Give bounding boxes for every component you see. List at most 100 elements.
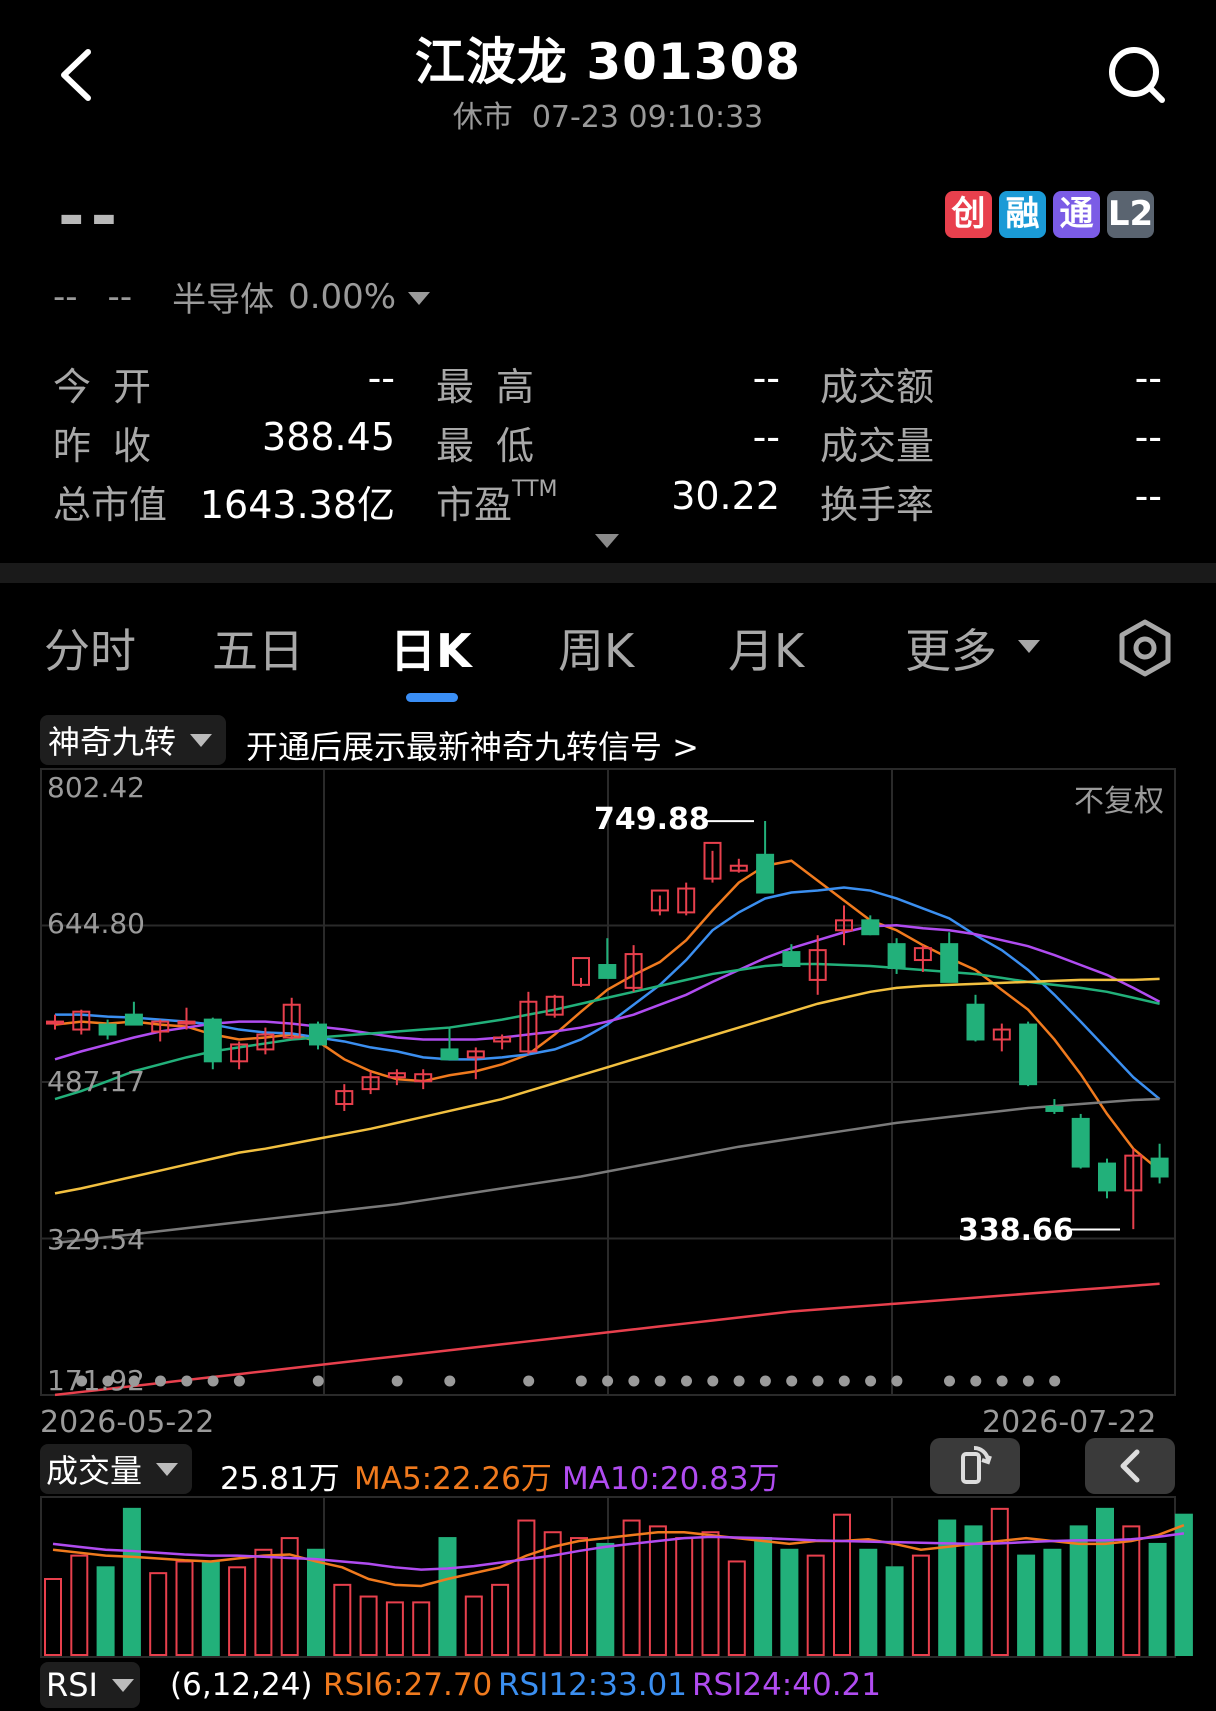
candle-body: [861, 919, 880, 936]
volume-selector[interactable]: 成交量: [40, 1444, 192, 1494]
high-value: --: [752, 356, 780, 400]
volume-ma5: MA5:22.26万: [354, 1461, 552, 1497]
volume-bar: [806, 1554, 825, 1656]
amount-value: --: [1134, 356, 1162, 400]
turnover-label: 换手率: [820, 483, 935, 527]
volume-bar: [1174, 1513, 1193, 1657]
sector-name[interactable]: 半导体: [172, 272, 274, 321]
candle-body: [756, 853, 775, 894]
signal-dot: [181, 1375, 193, 1387]
volume-bar: [228, 1566, 247, 1656]
change-row: -- -- 半导体 0.00%: [53, 272, 431, 321]
settings-icon[interactable]: [1115, 618, 1175, 678]
volume-bar: [149, 1572, 168, 1656]
rotate-screen-button[interactable]: [930, 1438, 1020, 1494]
candle-body: [1098, 1162, 1116, 1192]
volume-bar: [307, 1548, 325, 1656]
rsi-selector[interactable]: RSI: [40, 1662, 140, 1708]
expand-quote-icon[interactable]: [595, 534, 619, 548]
volume-bar: [543, 1531, 562, 1657]
volume-bar: [911, 1554, 930, 1656]
adjust-mode-label[interactable]: 不复权: [1074, 776, 1164, 820]
search-icon[interactable]: [1102, 40, 1172, 110]
candle-body: [203, 1018, 222, 1063]
chevron-left-icon: [1120, 1449, 1140, 1483]
candle-body: [1071, 1117, 1090, 1168]
mktcap-value: 1643.38亿: [199, 483, 395, 527]
volume-bar: [44, 1578, 62, 1656]
low-label: 最低: [436, 424, 557, 468]
volume-ma-lines: [52, 1524, 1185, 1588]
section-divider: [0, 563, 1216, 583]
candle-body: [440, 1048, 459, 1061]
rsi12-value: RSI12:33.01: [498, 1667, 687, 1703]
mktcap-label: 总市值: [53, 483, 168, 527]
candle-body: [124, 1013, 143, 1026]
prev-close-value: 388.45: [262, 415, 395, 459]
tab-five-day[interactable]: 五日: [212, 615, 304, 681]
volume-chart[interactable]: [0, 1495, 1216, 1660]
volume-bar: [596, 1542, 615, 1656]
candle-body: [940, 943, 959, 983]
pe-label: 市盈TTM: [436, 474, 558, 529]
volume-current: 25.81万: [220, 1461, 340, 1497]
quote-time: 07-23 09:10:33: [531, 100, 764, 135]
volume-bar: [1017, 1554, 1036, 1656]
price-axis-label-4: 329.54: [47, 1223, 145, 1256]
volume-bar: [385, 1601, 404, 1656]
volume-label: 成交量: [820, 424, 935, 468]
tab-weekly-k[interactable]: 周K: [558, 615, 634, 681]
signal-dot: [970, 1375, 982, 1387]
candle-body: [887, 943, 906, 969]
volume-bar: [175, 1560, 194, 1656]
volume-bar: [412, 1601, 431, 1656]
high-label: 最高: [436, 365, 557, 409]
candle-body: [782, 951, 801, 968]
rsi-params: (6,12,24): [170, 1667, 313, 1703]
badge-chuang[interactable]: 创: [945, 191, 992, 238]
volume-bar: [570, 1537, 588, 1657]
tab-more[interactable]: 更多: [905, 615, 997, 681]
signal-dot: [786, 1375, 798, 1387]
chart-grid: [41, 769, 1175, 1395]
more-dropdown-icon[interactable]: [1018, 640, 1040, 653]
volume-bar: [648, 1525, 667, 1657]
tab-intraday[interactable]: 分时: [44, 615, 136, 681]
change-value: --: [53, 276, 78, 317]
signal-dot: [1022, 1375, 1034, 1387]
candle-body: [98, 1023, 117, 1036]
last-price: --: [58, 180, 124, 254]
signal-dot: [681, 1375, 692, 1387]
open-label: 今开: [53, 365, 174, 409]
badge-l2[interactable]: L2: [1107, 191, 1154, 238]
signal-dot: [707, 1375, 719, 1387]
rsi6-value: RSI6:27.70: [323, 1667, 493, 1703]
signal-dot: [759, 1375, 771, 1387]
date-start: 2026-05-22: [40, 1405, 215, 1440]
candle-body: [46, 1020, 64, 1025]
volume-bar: [1096, 1507, 1114, 1656]
volume-selector-caret-icon: [156, 1462, 179, 1476]
candle-body: [309, 1023, 327, 1046]
open-value: --: [367, 356, 395, 400]
signal-dot: [155, 1375, 166, 1387]
badge-rong[interactable]: 融: [999, 191, 1046, 238]
volume-bar: [622, 1519, 641, 1656]
sector-dropdown-icon[interactable]: [408, 292, 431, 305]
market-status-label: 休市: [452, 100, 513, 135]
pe-ttm-superscript: TTM: [512, 477, 558, 502]
sector-percent[interactable]: 0.00%: [288, 277, 396, 317]
badge-tong[interactable]: 通: [1053, 191, 1100, 238]
volume-bar: [1122, 1525, 1141, 1657]
volume-bar: [1043, 1548, 1062, 1656]
candle-body: [1150, 1157, 1169, 1178]
tab-monthly-k[interactable]: 月K: [728, 615, 804, 681]
pe-value: 30.22: [671, 474, 780, 518]
price-axis-label-2: 644.80: [47, 907, 145, 940]
tab-daily-k[interactable]: 日K: [390, 615, 472, 681]
collapse-panel-button[interactable]: [1085, 1438, 1175, 1494]
date-end: 2026-07-22: [982, 1405, 1157, 1440]
volume-bar: [675, 1537, 694, 1657]
volume-bar: [885, 1566, 904, 1656]
volume-bar: [254, 1548, 273, 1656]
